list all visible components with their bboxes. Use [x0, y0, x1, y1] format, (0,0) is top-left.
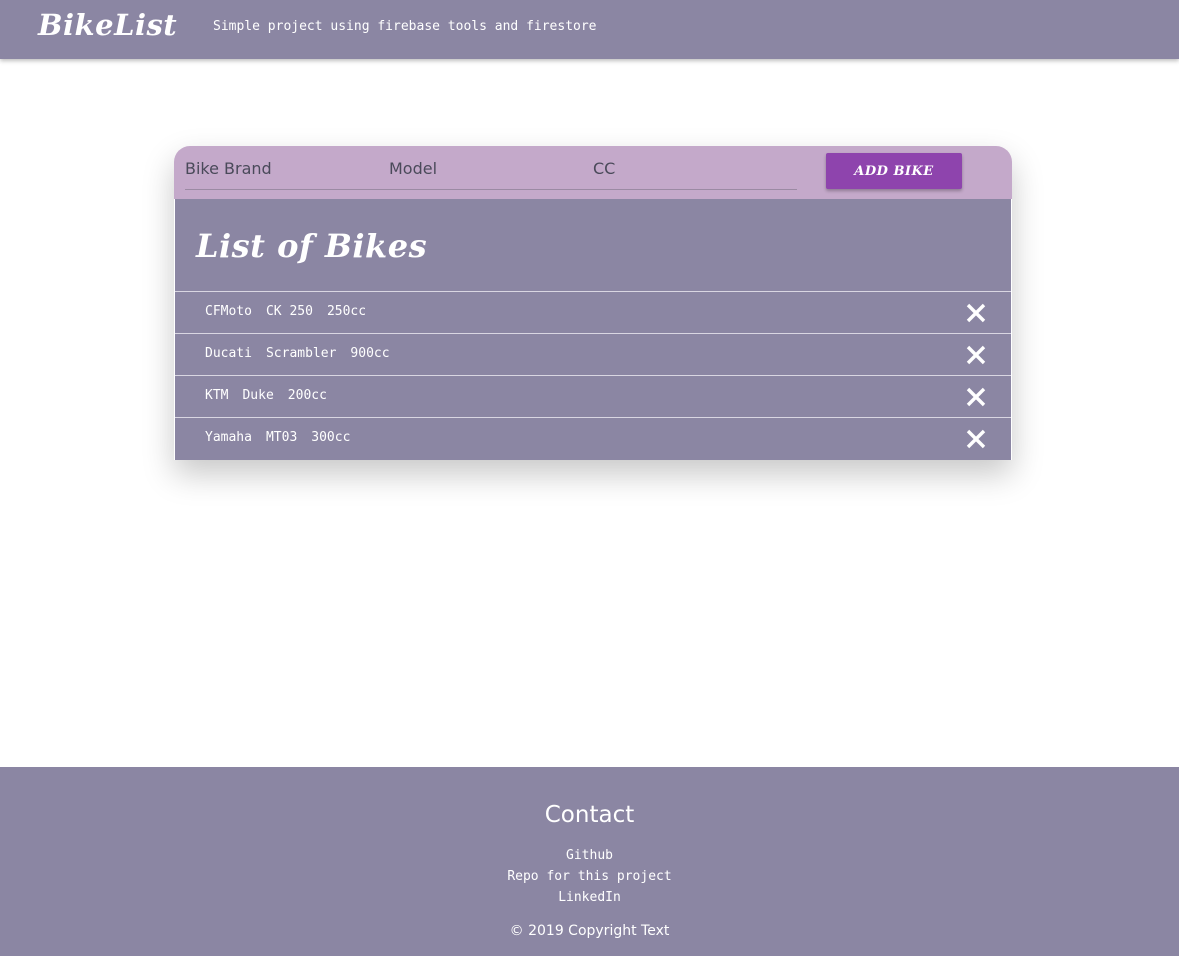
bike-list: CFMoto CK 250 250cc Ducati Scrambler 900cc K… [175, 291, 1011, 459]
bike-cc: 200cc [287, 388, 327, 403]
tagline: Simple project using firebase tools and … [213, 19, 597, 34]
copyright-text: © 2019 Copyright Text [509, 923, 670, 939]
close-icon[interactable] [965, 344, 987, 366]
bike-list-item: KTM Duke 200cc [175, 375, 1011, 417]
bike-cc: 250cc [326, 304, 367, 319]
bike-model: Scrambler [265, 346, 337, 361]
linkedin-link[interactable]: LinkedIn [0, 887, 1179, 908]
model-input[interactable] [389, 146, 589, 190]
bike-list-item: CFMoto CK 250 250cc [175, 291, 1011, 333]
bike-model: Duke [242, 388, 274, 403]
footer: Contact Github Repo for this project Lin… [0, 767, 1179, 956]
add-bike-button[interactable]: Add Bike [826, 153, 962, 189]
bike-cc: 300cc [311, 430, 351, 445]
form-underline [185, 189, 797, 190]
bike-model: MT03 [265, 430, 298, 445]
cc-input[interactable] [593, 146, 793, 190]
bike-list-panel: List of Bikes CFMoto CK 250 250cc Ducati Sc… [175, 199, 1011, 460]
close-icon[interactable] [965, 302, 987, 324]
bike-list-item: Ducati Scrambler 900cc [175, 333, 1011, 375]
close-icon[interactable] [965, 386, 987, 408]
list-title: List of Bikes [196, 227, 428, 265]
brand-logo[interactable]: BikeList [38, 8, 177, 42]
add-bike-form: Add Bike [174, 146, 1012, 199]
bike-cc: 900cc [350, 346, 390, 361]
contact-heading: Contact [544, 802, 635, 828]
bike-brand: Ducati [205, 346, 252, 361]
close-icon[interactable] [965, 428, 987, 450]
repo-link[interactable]: Repo for this project [0, 866, 1179, 887]
bike-brand: KTM [205, 388, 229, 403]
top-navbar: BikeList Simple project using firebase t… [0, 0, 1179, 59]
bike-brand-input[interactable] [185, 146, 385, 190]
bike-model: CK 250 [265, 304, 313, 319]
github-link[interactable]: Github [0, 845, 1179, 866]
footer-links: Github Repo for this project LinkedIn [0, 845, 1179, 908]
bike-brand: CFMoto [205, 304, 252, 319]
bike-list-item: Yamaha MT03 300cc [175, 417, 1011, 459]
bike-card: Add Bike List of Bikes CFMoto CK 250 250cc… [174, 146, 1012, 460]
bike-brand: Yamaha [205, 430, 252, 445]
